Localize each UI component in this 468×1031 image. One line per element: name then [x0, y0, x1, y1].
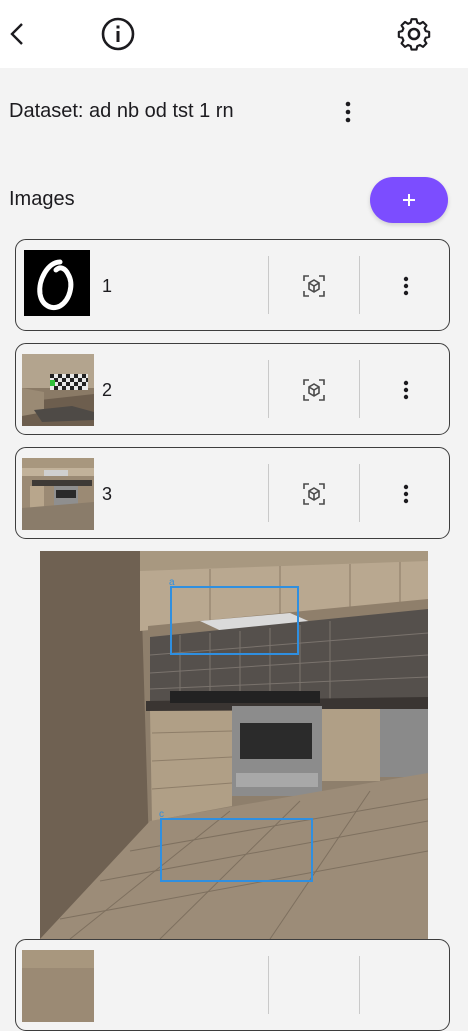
dataset-header: Dataset: ad nb od tst 1 rn	[0, 90, 468, 134]
settings-button[interactable]	[394, 14, 434, 54]
info-button[interactable]	[98, 14, 138, 54]
image-thumbnail	[22, 950, 94, 1022]
more-vert-icon	[403, 380, 409, 400]
arrow-back-icon	[10, 23, 23, 45]
divider	[268, 956, 269, 1014]
kitchen-photo: a c	[40, 551, 428, 939]
divider	[359, 956, 360, 1014]
more-vert-icon	[403, 484, 409, 504]
detect-objects-button[interactable]	[298, 478, 330, 510]
image-menu-button[interactable]	[390, 478, 422, 510]
box-label: a	[169, 577, 175, 588]
divider	[268, 360, 269, 418]
divider	[359, 464, 360, 522]
add-image-button[interactable]	[370, 177, 448, 223]
image-label: 2	[102, 380, 113, 400]
box-label: c	[159, 809, 164, 820]
dataset-title: Dataset: ad nb od tst 1 rn	[9, 100, 234, 122]
image-label: 1	[102, 276, 113, 296]
image-thumbnail	[22, 250, 94, 322]
dataset-menu-button[interactable]	[332, 96, 364, 128]
view-in-ar-icon	[303, 379, 325, 401]
divider	[359, 256, 360, 314]
image-card[interactable]: 1	[15, 239, 450, 331]
app-bar	[0, 0, 468, 68]
image-menu-button[interactable]	[390, 374, 422, 406]
divider	[268, 464, 269, 522]
image-menu-button[interactable]	[390, 270, 422, 302]
image-card[interactable]	[15, 939, 450, 1031]
image-preview[interactable]: a c	[40, 551, 428, 939]
image-card[interactable]: 3	[15, 447, 450, 539]
more-vert-icon	[403, 276, 409, 296]
info-icon	[101, 17, 135, 51]
image-thumbnail	[22, 354, 94, 426]
view-in-ar-icon	[303, 275, 325, 297]
image-label: 3	[102, 484, 113, 504]
plus-icon	[403, 194, 415, 206]
image-thumbnail	[22, 458, 94, 530]
view-in-ar-icon	[303, 483, 325, 505]
image-card[interactable]: 2	[15, 343, 450, 435]
back-button[interactable]	[0, 14, 38, 54]
images-section-label: Images	[9, 188, 75, 210]
detect-objects-button[interactable]	[298, 270, 330, 302]
gear-icon	[397, 18, 431, 51]
divider	[359, 360, 360, 418]
divider	[268, 256, 269, 314]
detect-objects-button[interactable]	[298, 374, 330, 406]
more-vert-icon	[345, 101, 351, 123]
